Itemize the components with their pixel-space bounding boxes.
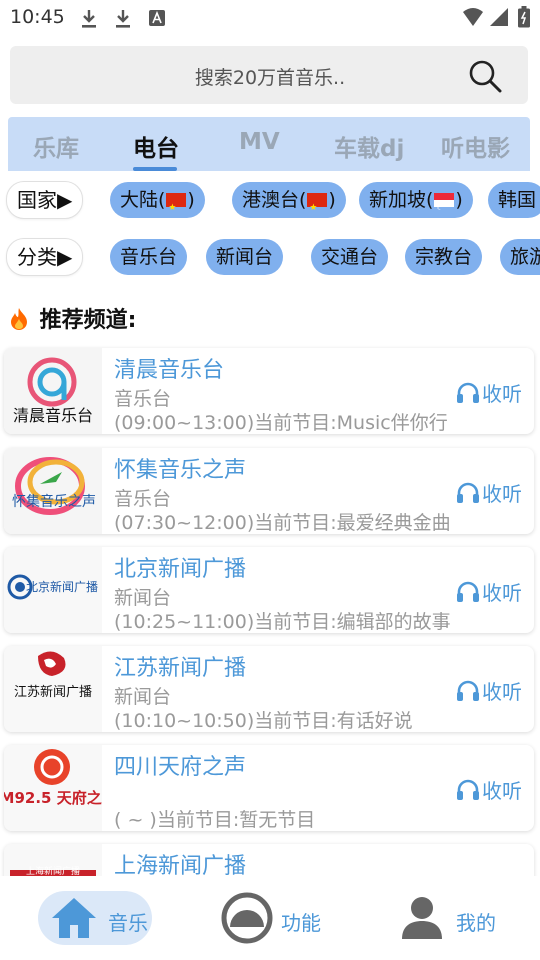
- download-icon: [114, 8, 132, 34]
- country-filter-label: 国家▶: [6, 181, 84, 219]
- headphones-icon: [457, 482, 479, 503]
- listen-label: 收听: [482, 482, 522, 506]
- chip-religion-station[interactable]: 宗教台: [405, 239, 483, 275]
- section-title: 推荐频道:: [8, 302, 136, 334]
- channel-schedule: (10:10~10:50)当前节目:有话好说: [114, 710, 413, 732]
- china-flag-icon: [307, 190, 328, 226]
- logo-text: 清晨音乐台: [13, 406, 93, 425]
- channel-category: 新闻台: [114, 686, 172, 708]
- channel-category: 新闻台: [114, 587, 172, 609]
- chip-mainland-suffix: ): [187, 189, 195, 211]
- channel-schedule: ( ~ )当前节目:暂无节目: [114, 809, 316, 831]
- chip-korea[interactable]: 韩国: [488, 182, 540, 218]
- channel-category: 音乐台: [114, 488, 172, 510]
- channel-logo: 清晨音乐台: [4, 348, 102, 434]
- active-tab-indicator: [133, 167, 177, 171]
- listen-button[interactable]: 收听: [456, 577, 522, 606]
- record-icon: [220, 891, 274, 949]
- logo-text: 北京新闻广播: [26, 579, 98, 594]
- nav-functions[interactable]: 功能: [216, 891, 336, 945]
- bottom-navigation: 音乐 功能 我的: [0, 876, 540, 960]
- listen-button[interactable]: 收听: [456, 676, 522, 705]
- channel-card[interactable]: 清晨音乐台 清晨音乐台 音乐台 (09:00~13:00)当前节目:Music伴…: [4, 348, 534, 434]
- download-icon: [80, 8, 98, 34]
- channel-category: 音乐台: [114, 388, 172, 410]
- chip-singapore-label: 新加坡(: [369, 189, 434, 211]
- home-icon: [50, 896, 98, 944]
- signal-icon: [488, 7, 510, 31]
- nav-music-label: 音乐: [108, 911, 148, 935]
- china-flag-icon: [166, 190, 187, 226]
- listen-button[interactable]: 收听: [456, 378, 522, 407]
- chip-travel-station[interactable]: 旅游: [500, 239, 540, 275]
- singapore-flag-icon: [434, 190, 455, 226]
- tab-car-dj[interactable]: 车载dj: [334, 129, 404, 163]
- nav-mine-label: 我的: [456, 911, 496, 935]
- listen-label: 收听: [482, 382, 522, 406]
- channel-card[interactable]: 江苏新闻广播 江苏新闻广播 新闻台 (10:10~10:50)当前节目:有话好说…: [4, 646, 534, 732]
- country-filter-row: 国家▶ 大陆() 港澳台() 新加坡() 韩国: [0, 181, 540, 226]
- headphones-icon: [457, 779, 479, 800]
- fire-icon: [8, 308, 38, 333]
- logo-text: 江苏新闻广播: [14, 684, 92, 700]
- search-icon[interactable]: [468, 59, 502, 97]
- channel-schedule: (09:00~13:00)当前节目:Music伴你行: [114, 412, 448, 434]
- channel-logo: 北京新闻广播: [4, 547, 102, 633]
- nav-functions-label: 功能: [281, 911, 321, 935]
- nav-mine[interactable]: 我的: [396, 891, 506, 945]
- logo-text: FM92.5 天府之声: [4, 789, 102, 807]
- logo-text: 怀集音乐之声: [12, 493, 96, 510]
- chip-hk-macau-taiwan[interactable]: 港澳台(): [232, 182, 346, 226]
- chip-traffic-station[interactable]: 交通台: [311, 239, 389, 275]
- channel-card[interactable]: 怀集音乐之声 怀集音乐之声 音乐台 (07:30~12:00)当前节目:最爱经典…: [4, 448, 534, 534]
- nav-music[interactable]: 音乐: [38, 891, 152, 945]
- tab-radio[interactable]: 电台: [133, 129, 179, 163]
- listen-button[interactable]: 收听: [456, 478, 522, 507]
- status-time: 10:45: [10, 6, 65, 28]
- channel-card[interactable]: 北京新闻广播 北京新闻广播 新闻台 (10:25~11:00)当前节目:编辑部的…: [4, 547, 534, 633]
- channel-logo: FM92.5 天府之声: [4, 745, 117, 831]
- wifi-icon: [462, 7, 484, 31]
- chip-mainland-label: 大陆(: [120, 189, 166, 211]
- section-title-text: 推荐频道:: [39, 308, 137, 333]
- status-bar: 10:45: [0, 0, 540, 36]
- channel-schedule: (10:25~11:00)当前节目:编辑部的故事: [114, 611, 451, 633]
- battery-icon: [518, 6, 530, 32]
- channel-name: 清晨音乐台: [114, 358, 225, 383]
- channel-name: 北京新闻广播: [114, 557, 247, 582]
- headphones-icon: [457, 680, 479, 701]
- category-filter-row: 分类▶ 音乐台 新闻台 交通台 宗教台 旅游: [0, 238, 540, 278]
- text-a-icon: [148, 8, 166, 32]
- search-bar[interactable]: 搜索20万首音乐..: [10, 46, 528, 104]
- search-input[interactable]: 搜索20万首音乐..: [10, 63, 530, 90]
- channel-name: 四川天府之声: [114, 755, 247, 780]
- channel-name: 怀集音乐之声: [114, 458, 247, 483]
- listen-label: 收听: [482, 779, 522, 803]
- chip-news-station[interactable]: 新闻台: [206, 239, 284, 275]
- chip-singapore[interactable]: 新加坡(): [359, 182, 473, 226]
- headphones-icon: [457, 382, 479, 403]
- tab-mv[interactable]: MV: [239, 129, 280, 155]
- chip-singapore-suffix: ): [455, 189, 463, 211]
- channel-card[interactable]: FM92.5 天府之声 四川天府之声 ( ~ )当前节目:暂无节目 收听: [4, 745, 534, 831]
- category-filter-label: 分类▶: [6, 238, 84, 276]
- tab-movie-audio[interactable]: 听电影: [441, 129, 510, 163]
- channel-logo: 江苏新闻广播: [4, 646, 102, 732]
- listen-label: 收听: [482, 680, 522, 704]
- headphones-icon: [457, 581, 479, 602]
- channel-logo: 怀集音乐之声: [4, 448, 102, 534]
- chip-music-station[interactable]: 音乐台: [110, 239, 188, 275]
- chip-korea-label: 韩国: [498, 189, 537, 211]
- chip-hmt-label: 港澳台(: [242, 189, 307, 211]
- channel-schedule: (07:30~12:00)当前节目:最爱经典金曲: [114, 512, 451, 534]
- chip-mainland[interactable]: 大陆(): [110, 182, 205, 226]
- channel-name: 江苏新闻广播: [114, 656, 247, 681]
- category-tabs: 乐库 电台 MV 车载dj 听电影: [8, 117, 530, 171]
- chip-hmt-suffix: ): [328, 189, 336, 211]
- listen-label: 收听: [482, 581, 522, 605]
- user-icon: [400, 895, 444, 945]
- tab-music-library[interactable]: 乐库: [33, 129, 79, 163]
- listen-button[interactable]: 收听: [456, 775, 522, 804]
